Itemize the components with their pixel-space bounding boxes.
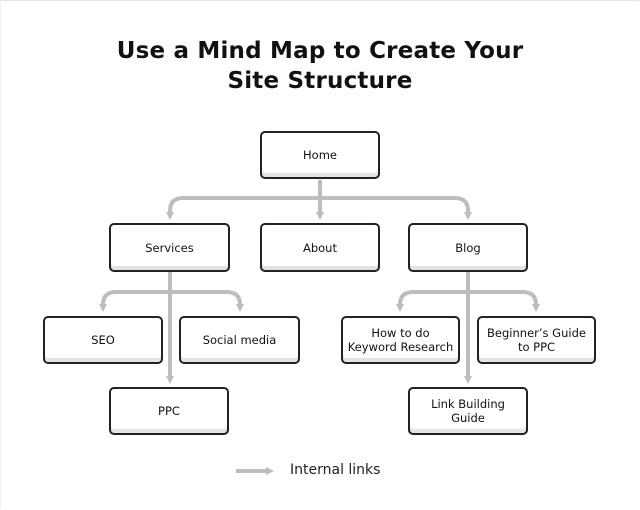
node-seo-label: SEO — [91, 333, 115, 347]
legend-label: Internal links — [290, 462, 381, 478]
node-keyword-research-line-2: Keyword Research — [347, 340, 454, 354]
node-keyword-research-line-1: How to do — [371, 326, 430, 340]
node-home: Home — [260, 131, 380, 179]
node-social-media-label: Social media — [202, 333, 277, 347]
node-link-building-line-2: Guide — [451, 411, 485, 425]
link-home-services — [170, 180, 322, 216]
node-beginners-guide: Beginner’s Guide to PPC — [477, 316, 596, 364]
link-blog-keyword — [400, 272, 470, 308]
node-home-label: Home — [303, 148, 337, 162]
node-services-label: Services — [145, 240, 194, 255]
link-services-social — [170, 290, 244, 312]
node-social-media: Social media — [179, 316, 300, 364]
node-ppc: PPC — [109, 387, 229, 435]
link-home-blog — [320, 196, 472, 220]
link-blog-beginners — [468, 290, 540, 312]
node-ppc-label: PPC — [158, 404, 180, 418]
node-link-building-guide: Link Building Guide — [408, 387, 528, 435]
node-blog-label: Blog — [455, 240, 481, 255]
node-services: Services — [109, 223, 230, 272]
link-services-seo — [103, 272, 172, 308]
node-keyword-research: How to do Keyword Research — [341, 316, 460, 364]
node-blog: Blog — [408, 223, 528, 272]
node-beginners-guide-line-1: Beginner’s Guide — [487, 326, 586, 340]
node-beginners-guide-line-2: to PPC — [517, 340, 556, 354]
node-about: About — [260, 223, 380, 272]
node-link-building-line-1: Link Building — [431, 397, 505, 411]
node-seo: SEO — [43, 316, 163, 364]
node-about-label: About — [302, 240, 337, 255]
